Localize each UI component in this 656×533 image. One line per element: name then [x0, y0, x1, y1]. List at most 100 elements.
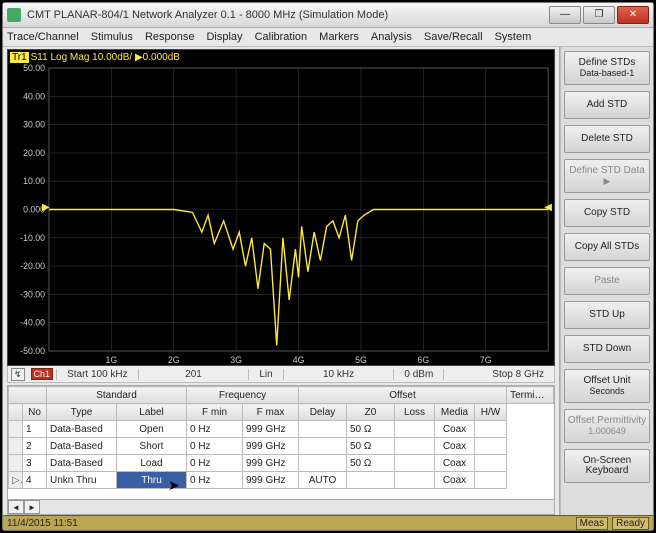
cell-loss[interactable]	[395, 438, 435, 455]
cell-z0[interactable]: 50 Ω	[347, 438, 395, 455]
col-header[interactable]: Delay	[299, 404, 347, 421]
copy-all-stds-button[interactable]: Copy All STDs	[564, 233, 650, 261]
cell-type[interactable]: Unkn Thru	[47, 472, 117, 489]
col-group: Terminal Impedance	[507, 387, 554, 404]
cell-type[interactable]: Data-Based	[47, 455, 117, 472]
cell-fmax[interactable]: 999 GHz	[243, 455, 299, 472]
cell-z0[interactable]: 50 Ω	[347, 455, 395, 472]
define-stds-button[interactable]: Define STDsData-based-1	[564, 51, 650, 85]
cell-loss[interactable]	[395, 472, 435, 489]
cell-media[interactable]: Coax	[435, 455, 475, 472]
cell-label[interactable]: Thru	[117, 472, 187, 489]
chip-trigger-icon[interactable]: ↯	[11, 368, 25, 381]
table-row[interactable]: ▷4Unkn ThruThru0 Hz999 GHzAUTO Coax	[9, 472, 554, 489]
col-header[interactable]: Loss	[395, 404, 435, 421]
cell-label[interactable]: Short	[117, 438, 187, 455]
cell-label[interactable]: Load	[117, 455, 187, 472]
on-screen-keyboard-button[interactable]: On-Screen Keyboard	[564, 449, 650, 483]
cell-fmax[interactable]: 999 GHz	[243, 472, 299, 489]
cell-hw[interactable]	[475, 438, 507, 455]
cell-z0[interactable]	[347, 472, 395, 489]
cell-fmin[interactable]: 0 Hz	[187, 421, 243, 438]
cell-fmax[interactable]: 999 GHz	[243, 421, 299, 438]
standards-table[interactable]: StandardFrequencyOffsetTerminal Impedanc…	[7, 385, 555, 500]
row-handle[interactable]	[9, 455, 23, 472]
table-row[interactable]: 3Data-BasedLoad0 Hz999 GHz 50 Ω Coax	[9, 455, 554, 472]
col-header[interactable]: No	[23, 404, 47, 421]
col-header[interactable]: F min	[187, 404, 243, 421]
copy-std-button[interactable]: Copy STD	[564, 199, 650, 227]
menu-stimulus[interactable]: Stimulus	[91, 31, 133, 43]
cell-type[interactable]: Data-Based	[47, 438, 117, 455]
cell-z0[interactable]: 50 Ω	[347, 421, 395, 438]
scroll-left-icon[interactable]: ◄	[8, 500, 24, 514]
plot-status-strip: ↯ Ch1 Start 100 kHz 201 Lin 10 kHz 0 dBm…	[7, 366, 555, 383]
cell-no[interactable]: 2	[23, 438, 47, 455]
col-header[interactable]: Media	[435, 404, 475, 421]
row-handle[interactable]: ▷	[9, 472, 23, 489]
menu-calibration[interactable]: Calibration	[255, 31, 308, 43]
title-bar[interactable]: CMT PLANAR-804/1 Network Analyzer 0.1 - …	[3, 3, 653, 28]
svg-text:-40.00: -40.00	[20, 318, 45, 328]
cell-loss[interactable]	[395, 421, 435, 438]
close-button[interactable]: ✕	[617, 6, 649, 24]
menu-bar: Trace/Channel Stimulus Response Display Cali…	[3, 28, 653, 47]
col-header[interactable]: H/W	[475, 404, 507, 421]
minimize-button[interactable]: —	[549, 6, 581, 24]
cell-delay[interactable]	[299, 421, 347, 438]
table-row[interactable]: 1Data-BasedOpen0 Hz999 GHz 50 Ω Coax	[9, 421, 554, 438]
cell-fmin[interactable]: 0 Hz	[187, 438, 243, 455]
power-level: 0 dBm	[393, 369, 443, 380]
menu-trace-channel[interactable]: Trace/Channel	[7, 31, 79, 43]
cell-hw[interactable]	[475, 472, 507, 489]
cell-hw[interactable]	[475, 455, 507, 472]
menu-save-recall[interactable]: Save/Recall	[424, 31, 483, 43]
cell-fmax[interactable]: 999 GHz	[243, 438, 299, 455]
row-handle[interactable]	[9, 438, 23, 455]
status-meas[interactable]: Meas	[576, 517, 608, 530]
col-header[interactable]	[9, 404, 23, 421]
col-header[interactable]: F max	[243, 404, 299, 421]
trace-plot[interactable]: Tr1S11 Log Mag 10.00dB/ ▶0.000dB 50.0040…	[7, 49, 555, 366]
col-header[interactable]: Z0	[347, 404, 395, 421]
cell-delay[interactable]	[299, 455, 347, 472]
cell-fmin[interactable]: 0 Hz	[187, 472, 243, 489]
menu-display[interactable]: Display	[206, 31, 242, 43]
std-down-button[interactable]: STD Down	[564, 335, 650, 363]
table-row[interactable]: 2Data-BasedShort0 Hz999 GHz 50 Ω Coax	[9, 438, 554, 455]
cell-media[interactable]: Coax	[435, 472, 475, 489]
cell-hw[interactable]	[475, 421, 507, 438]
cell-delay[interactable]: AUTO	[299, 472, 347, 489]
scroll-right-icon[interactable]: ►	[24, 500, 40, 514]
stop-freq: Stop 8 GHz	[443, 369, 554, 380]
menu-analysis[interactable]: Analysis	[371, 31, 412, 43]
maximize-button[interactable]: ❐	[583, 6, 615, 24]
menu-response[interactable]: Response	[145, 31, 195, 43]
side-panel: Define STDsData-based-1 Add STD Delete STD…	[560, 47, 653, 515]
delete-std-button[interactable]: Delete STD	[564, 125, 650, 153]
cell-fmin[interactable]: 0 Hz	[187, 455, 243, 472]
cell-no[interactable]: 4	[23, 472, 47, 489]
cell-no[interactable]: 1	[23, 421, 47, 438]
offset-unit-button[interactable]: Offset UnitSeconds	[564, 369, 650, 403]
col-header[interactable]: Label	[117, 404, 187, 421]
cell-no[interactable]: 3	[23, 455, 47, 472]
cell-media[interactable]: Coax	[435, 421, 475, 438]
cell-label[interactable]: Open	[117, 421, 187, 438]
svg-text:30.00: 30.00	[23, 119, 45, 129]
add-std-button[interactable]: Add STD	[564, 91, 650, 119]
svg-text:2G: 2G	[168, 355, 180, 365]
status-ready[interactable]: Ready	[612, 517, 649, 530]
svg-text:10.00: 10.00	[23, 176, 45, 186]
std-up-button[interactable]: STD Up	[564, 301, 650, 329]
menu-system[interactable]: System	[495, 31, 532, 43]
cell-delay[interactable]	[299, 438, 347, 455]
cell-loss[interactable]	[395, 455, 435, 472]
col-header[interactable]: Type	[47, 404, 117, 421]
menu-markers[interactable]: Markers	[319, 31, 359, 43]
channel-chip[interactable]: Ch1	[31, 368, 54, 380]
row-handle[interactable]	[9, 421, 23, 438]
horizontal-scrollbar[interactable]: ◄ ►	[7, 500, 555, 515]
cell-media[interactable]: Coax	[435, 438, 475, 455]
cell-type[interactable]: Data-Based	[47, 421, 117, 438]
